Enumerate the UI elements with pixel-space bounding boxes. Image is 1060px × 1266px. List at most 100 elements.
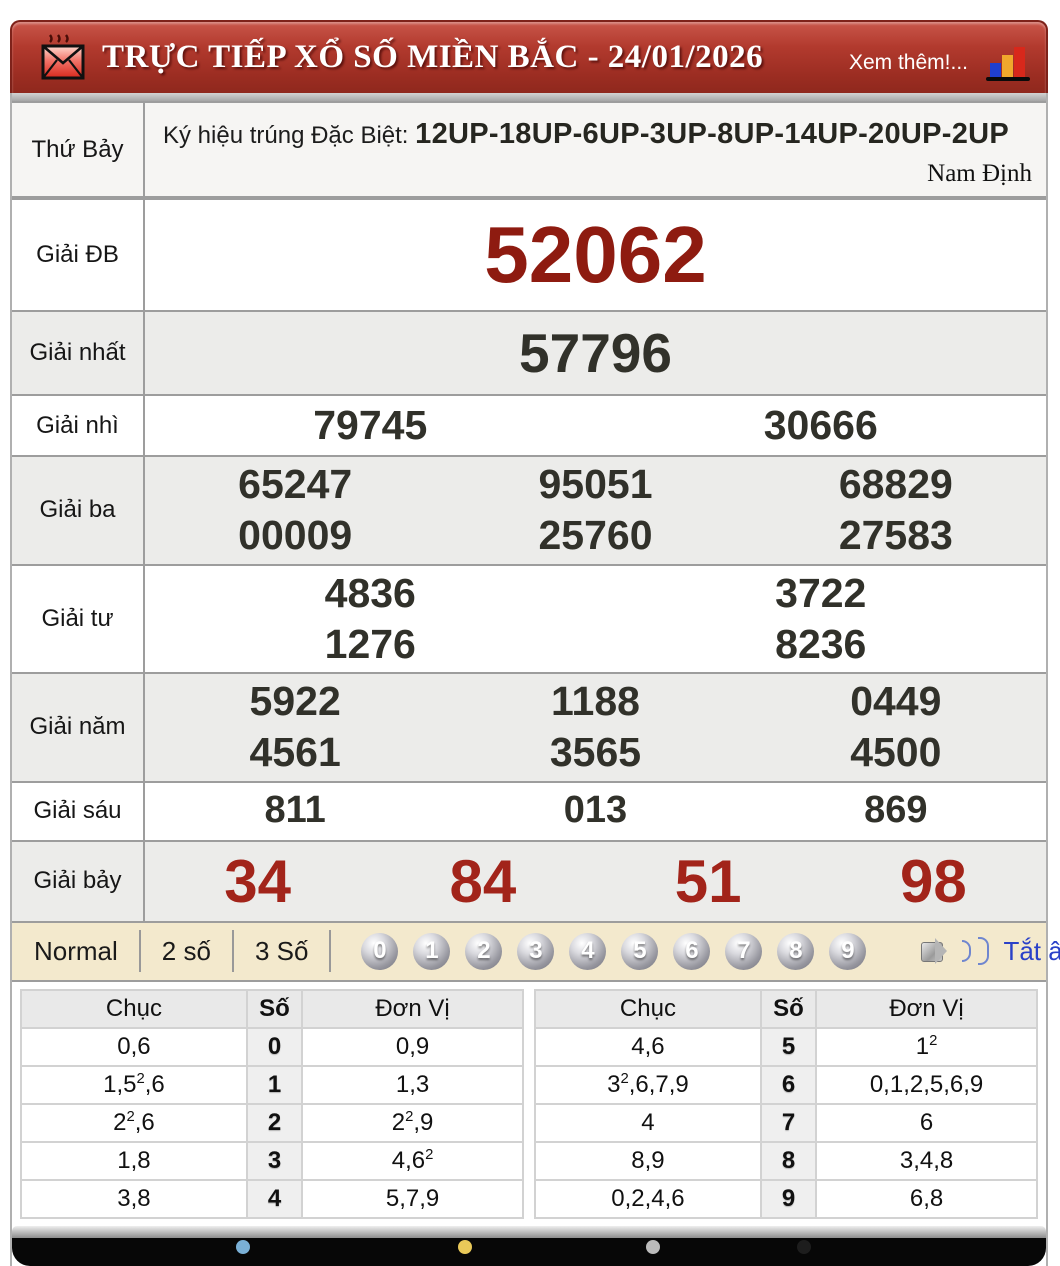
digit-ball-4[interactable]: 4 xyxy=(569,932,607,970)
digit-cell: 9 xyxy=(759,1178,818,1219)
digit-ball-9[interactable]: 9 xyxy=(829,932,867,970)
tens-cell: 3,8 xyxy=(20,1178,248,1219)
tens-cell: 0,6 xyxy=(20,1026,248,1067)
digit-ball-3[interactable]: 3 xyxy=(517,932,555,970)
prize-values: 65247 95051 68829 00009 25760 27583 xyxy=(145,457,1046,564)
summary-row-digit-8: 8,9 8 3,4,8 xyxy=(534,1140,1038,1181)
prize-number: 98 xyxy=(900,847,967,915)
summary-row-digit-2: 22,6 2 22,9 xyxy=(20,1102,524,1143)
tens-header: Chục xyxy=(20,988,248,1029)
mode-button-normal[interactable]: Normal xyxy=(12,930,141,972)
tens-cell: 4 xyxy=(534,1102,762,1143)
special-symbol-cell: Ký hiệu trúng Đặc Biệt: 12UP-18UP-6UP-3U… xyxy=(145,103,1046,196)
units-header: Đơn Vị xyxy=(815,988,1038,1029)
prize-number: 84 xyxy=(449,847,517,915)
prize-label: Giải sáu xyxy=(12,782,145,840)
prize-row-ba: Giải ba 65247 95051 68829 00009 25760 27583 xyxy=(12,457,1046,566)
digit-ball-0[interactable]: 0 xyxy=(361,932,399,970)
summary-row-digit-1: 1,52,6 1 1,3 xyxy=(20,1064,524,1105)
prize-number: 00009 xyxy=(238,512,353,559)
prize-number: 95051 xyxy=(538,461,653,507)
tens-cell: 8,9 xyxy=(534,1140,762,1181)
summary-row-digit-0: 0,6 0 0,9 xyxy=(20,1026,524,1067)
mode-button-3-số[interactable]: 3 Số xyxy=(234,930,332,972)
envelope-icon xyxy=(41,33,85,79)
tens-cell: 0,2,4,6 xyxy=(534,1178,762,1219)
prize-values: 811 013 869 xyxy=(145,783,1046,840)
digit-cell: 7 xyxy=(759,1102,818,1143)
toolbar: Normal2 số3 Số 0123456789 Tắt âm xyxy=(12,922,1060,982)
sound-wave-icon xyxy=(978,937,990,965)
prize-number: 1188 xyxy=(551,678,640,724)
units-cell: 1,3 xyxy=(301,1064,524,1105)
prize-line: 57796 xyxy=(145,319,1046,388)
prize-values: 52062 xyxy=(145,200,1046,310)
prize-label: Giải ĐB xyxy=(12,200,145,310)
digit-summary: Chục Số Đơn Vị 0,6 0 0,9 1,52,6 1 1,3 22,6 2 22,9 1,… xyxy=(12,981,1046,1219)
widget-body: Thứ Bảy Ký hiệu trúng Đặc Biệt: 12UP-18U… xyxy=(10,93,1060,1266)
tens-cell: 32,6,7,9 xyxy=(534,1064,762,1105)
prize-label: Giải ba xyxy=(12,457,145,564)
mode-button-2-số[interactable]: 2 số xyxy=(141,930,234,972)
prize-number: 3722 xyxy=(775,569,867,616)
footer-strip xyxy=(12,1225,1046,1238)
sound-wave-icon xyxy=(962,940,972,962)
digit-ball-2[interactable]: 2 xyxy=(465,932,503,970)
digit-cell: 6 xyxy=(759,1064,818,1105)
speaker-icon xyxy=(921,938,955,964)
prize-values: 79745 30666 xyxy=(145,396,1046,455)
prize-number: 811 xyxy=(264,789,326,832)
prize-line: 00009 25760 27583 xyxy=(145,510,1046,561)
see-more-link[interactable]: Xem thêm!... xyxy=(849,51,968,75)
prize-number: 4836 xyxy=(324,569,416,616)
summary-row-digit-4: 3,8 4 5,7,9 xyxy=(20,1178,524,1219)
prize-number: 52062 xyxy=(484,210,707,299)
prize-row-nhi: Giải nhì 79745 30666 xyxy=(12,396,1046,457)
digit-cell: 0 xyxy=(245,1026,304,1067)
digit-ball-7[interactable]: 7 xyxy=(725,932,763,970)
digit-cell: 5 xyxy=(759,1026,818,1067)
digit-ball-5[interactable]: 5 xyxy=(621,932,659,970)
header-bar: TRỰC TIẾP XỔ SỐ MIỀN BẮC - 24/01/2026 Xe… xyxy=(10,20,1048,93)
digit-header: Số xyxy=(245,988,304,1029)
prize-row-nhat: Giải nhất 57796 xyxy=(12,312,1046,396)
units-cell: 6,8 xyxy=(815,1178,1038,1219)
bar-chart-icon[interactable] xyxy=(986,41,1030,81)
prize-label: Giải tư xyxy=(12,565,145,672)
units-cell: 5,7,9 xyxy=(301,1178,524,1219)
symbol-prefix: Ký hiệu trúng Đặc Biệt: xyxy=(163,122,409,149)
prize-number: 79745 xyxy=(313,401,428,448)
prize-line: 4561 3565 4500 xyxy=(145,727,1046,778)
digit-cell: 4 xyxy=(245,1178,304,1219)
prize-row-tu: Giải tư 4836 3722 1276 8236 xyxy=(12,565,1046,674)
mute-label: Tắt âm xyxy=(1003,935,1060,966)
prize-label: Giải nhất xyxy=(12,312,145,394)
summary-table-1: Chục Số Đơn Vị 0,6 0 0,9 1,52,6 1 1,3 22,6 2 22,9 1,… xyxy=(20,988,524,1219)
prize-line: 34 84 51 98 xyxy=(145,844,1046,919)
digit-ball-1[interactable]: 1 xyxy=(413,932,451,970)
results-table: Thứ Bảy Ký hiệu trúng Đặc Biệt: 12UP-18U… xyxy=(12,101,1046,923)
draw-info-row: Thứ Bảy Ký hiệu trúng Đặc Biệt: 12UP-18U… xyxy=(12,101,1046,198)
summary-header-row: Chục Số Đơn Vị xyxy=(534,988,1038,1029)
weekday-label: Thứ Bảy xyxy=(12,103,145,196)
units-header: Đơn Vị xyxy=(301,988,524,1029)
footer-bar xyxy=(12,1237,1046,1266)
prize-row-db: Giải ĐB 52062 xyxy=(12,198,1046,312)
tens-cell: 1,52,6 xyxy=(20,1064,248,1105)
summary-row-digit-3: 1,8 3 4,62 xyxy=(20,1140,524,1181)
mute-button[interactable]: Tắt âm xyxy=(921,936,1060,967)
prize-number: 5922 xyxy=(249,678,341,724)
symbol-codes: 12UP-18UP-6UP-3UP-8UP-14UP-20UP-2UP xyxy=(415,118,1010,150)
cutoff-icon xyxy=(797,1240,811,1254)
prize-number: 013 xyxy=(563,789,628,832)
tens-cell: 4,6 xyxy=(534,1026,762,1067)
prize-values: 5922 1188 0449 4561 3565 4500 xyxy=(145,674,1046,781)
digit-ball-8[interactable]: 8 xyxy=(777,932,815,970)
prize-row-nam: Giải năm 5922 1188 0449 4561 3565 4500 xyxy=(12,674,1046,783)
cutoff-icon xyxy=(646,1240,660,1254)
tens-cell: 1,8 xyxy=(20,1140,248,1181)
prize-number: 4500 xyxy=(850,729,942,776)
prize-label: Giải năm xyxy=(12,674,145,781)
digit-ball-6[interactable]: 6 xyxy=(673,932,711,970)
cutoff-icon xyxy=(458,1240,472,1254)
